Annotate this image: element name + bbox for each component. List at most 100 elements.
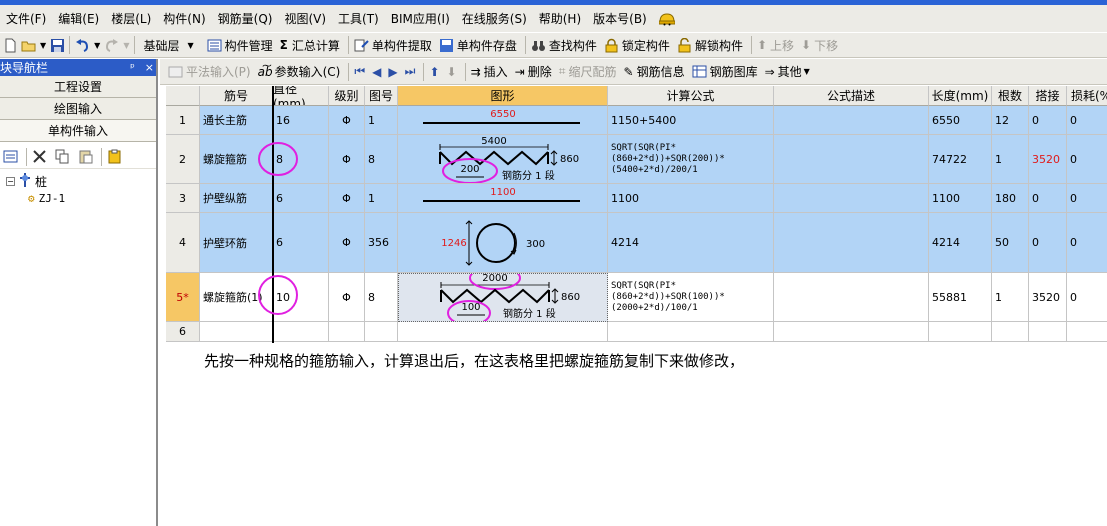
header-figure-no[interactable]: 图号 <box>365 86 398 106</box>
redo-icon[interactable] <box>104 38 119 53</box>
formula-desc-cell[interactable] <box>774 184 929 213</box>
sidebar-tab-single-component-input[interactable]: 单构件输入 <box>0 120 156 142</box>
count-cell[interactable]: 180 <box>992 184 1029 213</box>
length-cell[interactable]: 6550 <box>929 106 992 135</box>
insert-row-button[interactable]: ⇉ 插入 <box>471 63 508 80</box>
formula-desc-cell[interactable] <box>774 135 929 184</box>
loss-cell[interactable]: 0 <box>1067 106 1107 135</box>
shape-cell[interactable]: 1246 300 <box>398 213 608 273</box>
header-length[interactable]: 长度(mm) <box>929 86 992 106</box>
loss-cell[interactable]: 0 <box>1067 213 1107 273</box>
menu-rebar-quantity[interactable]: 钢筋量(Q) <box>218 10 273 27</box>
menu-help[interactable]: 帮助(H) <box>539 10 581 27</box>
delete-row-button[interactable]: ⇥ 删除 <box>515 63 552 80</box>
bar-name-cell[interactable]: 护壁环筋 <box>200 213 273 273</box>
length-cell[interactable]: 1100 <box>929 184 992 213</box>
table-row-empty[interactable]: 6 <box>166 322 1107 342</box>
figure-no-cell[interactable]: 1 <box>365 184 398 213</box>
formula-desc-cell[interactable] <box>774 273 929 322</box>
figure-no-cell[interactable]: 1 <box>365 106 398 135</box>
menu-floor[interactable]: 楼层(L) <box>111 10 151 27</box>
header-diameter[interactable]: 直径(mm) <box>273 86 329 106</box>
lap-cell[interactable]: 0 <box>1029 106 1067 135</box>
shape-cell[interactable]: 6550 <box>398 106 608 135</box>
table-row-current[interactable]: 5* 螺旋箍筋(1) 10 Φ 8 2000 860 100 钢筋分 1 段 S… <box>166 273 1107 322</box>
grade-cell[interactable]: Φ <box>329 135 365 184</box>
count-cell[interactable]: 12 <box>992 106 1029 135</box>
shape-cell[interactable]: 1100 <box>398 184 608 213</box>
prev-record-button[interactable]: ◀ <box>372 65 381 79</box>
figure-no-cell[interactable] <box>365 322 398 342</box>
menu-edit[interactable]: 编辑(E) <box>58 10 99 27</box>
sidebar-tab-drawing-input[interactable]: 绘图输入 <box>0 98 156 120</box>
diameter-cell[interactable]: 6 <box>273 213 329 273</box>
header-formula-desc[interactable]: 公式描述 <box>774 86 929 106</box>
figure-no-cell[interactable]: 8 <box>365 273 398 322</box>
lap-cell[interactable]: 0 <box>1029 184 1067 213</box>
shape-cell[interactable]: 5400 860 200 钢筋分 1 段 <box>398 135 608 184</box>
lap-cell[interactable]: 0 <box>1029 213 1067 273</box>
formula-desc-cell[interactable] <box>774 106 929 135</box>
row-number[interactable]: 1 <box>166 106 200 135</box>
save-icon[interactable] <box>50 38 65 53</box>
menu-bim[interactable]: BIM应用(I) <box>391 10 450 27</box>
lap-cell[interactable]: 3520 <box>1029 135 1067 184</box>
undo-icon[interactable] <box>75 38 90 53</box>
unlock-component-button[interactable]: 解锁构件 <box>677 37 743 54</box>
table-row[interactable]: 4 护壁环筋 6 Φ 356 1246 300 4214 4214 50 0 0 <box>166 213 1107 273</box>
sum-calc-button[interactable]: Σ 汇总计算 <box>280 37 340 54</box>
find-component-button[interactable]: 查找构件 <box>531 37 597 54</box>
count-cell[interactable]: 1 <box>992 135 1029 184</box>
scale-rebar-button[interactable]: ⌗ 缩尺配筋 <box>559 63 617 80</box>
tree-node-zj1[interactable]: ⚙ ZJ-1 <box>6 190 156 207</box>
loss-cell[interactable]: 0 <box>1067 135 1107 184</box>
loss-cell[interactable] <box>1067 322 1107 342</box>
length-cell[interactable] <box>929 322 992 342</box>
count-cell[interactable]: 50 <box>992 213 1029 273</box>
header-lap[interactable]: 搭接 <box>1029 86 1067 106</box>
loss-cell[interactable]: 0 <box>1067 273 1107 322</box>
length-cell[interactable]: 74722 <box>929 135 992 184</box>
header-grade[interactable]: 级别 <box>329 86 365 106</box>
lock-component-button[interactable]: 锁定构件 <box>604 37 670 54</box>
formula-cell[interactable]: 1100 <box>608 184 774 213</box>
move-up-button[interactable]: ⬆ 上移 <box>757 37 794 54</box>
chevron-down-icon[interactable]: ▼ <box>94 41 100 50</box>
properties-icon[interactable] <box>3 149 18 164</box>
menu-view[interactable]: 视图(V) <box>284 10 326 27</box>
sidebar-tab-project-settings[interactable]: 工程设置 <box>0 76 156 98</box>
grade-cell[interactable] <box>329 322 365 342</box>
shape-cell[interactable] <box>398 322 608 342</box>
grade-cell[interactable]: Φ <box>329 213 365 273</box>
formula-desc-cell[interactable] <box>774 213 929 273</box>
row-up-button[interactable]: ⬆ <box>429 65 439 79</box>
lap-cell[interactable]: 3520 <box>1029 273 1067 322</box>
move-down-button[interactable]: ⬇ 下移 <box>801 37 838 54</box>
table-row[interactable]: 2 螺旋箍筋 8 Φ 8 5400 860 200 钢筋分 1 段 SQRT(S… <box>166 135 1107 184</box>
grade-cell[interactable]: Φ <box>329 106 365 135</box>
header-count[interactable]: 根数 <box>992 86 1029 106</box>
next-record-button[interactable]: ▶ <box>388 65 397 79</box>
tree-node-pile[interactable]: − 桩 <box>6 173 156 190</box>
bar-name-cell[interactable]: 护壁纵筋 <box>200 184 273 213</box>
layer-select[interactable]: 基础层 ▼ <box>140 35 200 55</box>
diameter-cell[interactable] <box>273 322 329 342</box>
shape-cell[interactable]: 2000 860 100 钢筋分 1 段 <box>398 273 608 322</box>
row-number[interactable]: 5* <box>166 273 200 322</box>
paste-icon[interactable] <box>78 149 93 164</box>
header-bar-number[interactable]: 筋号 <box>200 86 273 106</box>
flat-input-button[interactable]: 平法输入(P) <box>168 63 251 80</box>
formula-cell[interactable]: 4214 <box>608 213 774 273</box>
close-icon[interactable]: × <box>145 61 154 74</box>
open-folder-icon[interactable] <box>21 38 36 53</box>
row-down-button[interactable]: ⬇ <box>447 65 457 79</box>
count-cell[interactable] <box>992 322 1029 342</box>
component-manage-button[interactable]: 构件管理 <box>207 37 273 54</box>
row-number[interactable]: 3 <box>166 184 200 213</box>
loss-cell[interactable]: 0 <box>1067 184 1107 213</box>
bar-name-cell[interactable] <box>200 322 273 342</box>
row-number[interactable]: 6 <box>166 322 200 342</box>
table-row[interactable]: 1 通长主筋 16 Φ 1 6550 1150+5400 6550 12 0 0 <box>166 106 1107 135</box>
param-input-button[interactable]: a͠b 参数输入(C) <box>258 63 341 80</box>
formula-desc-cell[interactable] <box>774 322 929 342</box>
